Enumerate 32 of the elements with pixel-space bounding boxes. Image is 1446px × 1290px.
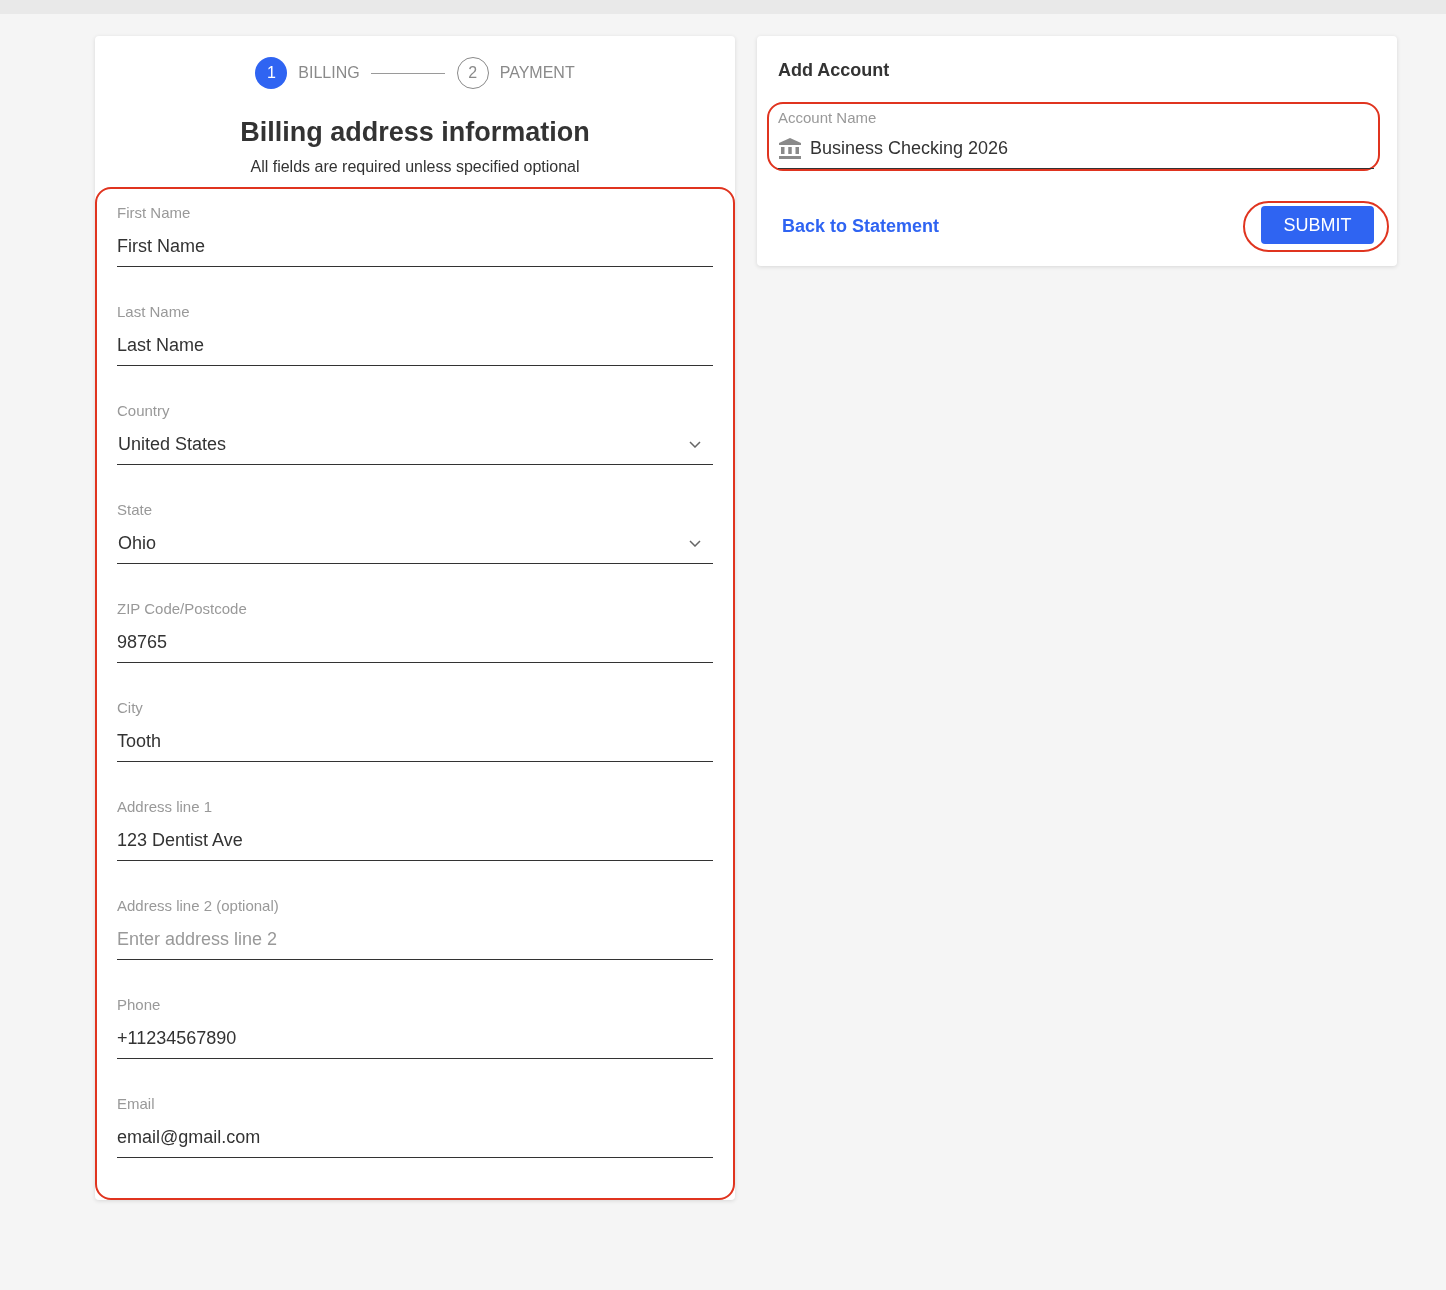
text-field[interactable]: +11234567890 — [117, 1018, 713, 1059]
text-field[interactable]: 123 Dentist Ave — [117, 820, 713, 861]
submit-button[interactable]: SUBMIT — [1261, 206, 1374, 244]
dropdown[interactable]: United States — [117, 424, 713, 465]
field-label: City — [117, 699, 143, 717]
account-name-field[interactable]: Business Checking 2026 — [778, 127, 1374, 169]
chevron-down-icon — [689, 539, 701, 547]
bank-icon — [779, 137, 801, 159]
field-label: Address line 2 (optional) — [117, 897, 279, 915]
field-label: ZIP Code/Postcode — [117, 600, 247, 618]
dropdown[interactable]: Ohio — [117, 523, 713, 564]
form-subtitle: All fields are required unless specified optional — [250, 157, 580, 177]
text-field[interactable]: email@gmail.com — [117, 1117, 713, 1158]
field-label: Last Name — [117, 303, 190, 321]
field-label: Country — [117, 402, 170, 420]
step-label[interactable]: PAYMENT — [499, 64, 575, 82]
field-label: State — [117, 501, 153, 519]
field-label: First Name — [117, 204, 191, 222]
text-field[interactable]: Last Name — [117, 325, 713, 366]
step-indicator[interactable]: 1 — [255, 57, 288, 89]
field-label: Email — [117, 1095, 155, 1113]
text-field[interactable]: Enter address line 2 — [117, 919, 713, 960]
text-field[interactable]: Tooth — [117, 721, 713, 762]
card-title: Add Account — [778, 59, 890, 82]
field-label: Account Name — [778, 109, 877, 127]
form-title: Billing address information — [240, 116, 590, 149]
text-field[interactable]: First Name — [117, 226, 713, 267]
text-field[interactable]: 98765 — [117, 622, 713, 663]
back-to-statement-link[interactable]: Back to Statement — [782, 216, 940, 237]
field-label: Address line 1 — [117, 798, 213, 816]
field-label: Phone — [117, 996, 161, 1014]
chevron-down-icon — [689, 440, 701, 448]
